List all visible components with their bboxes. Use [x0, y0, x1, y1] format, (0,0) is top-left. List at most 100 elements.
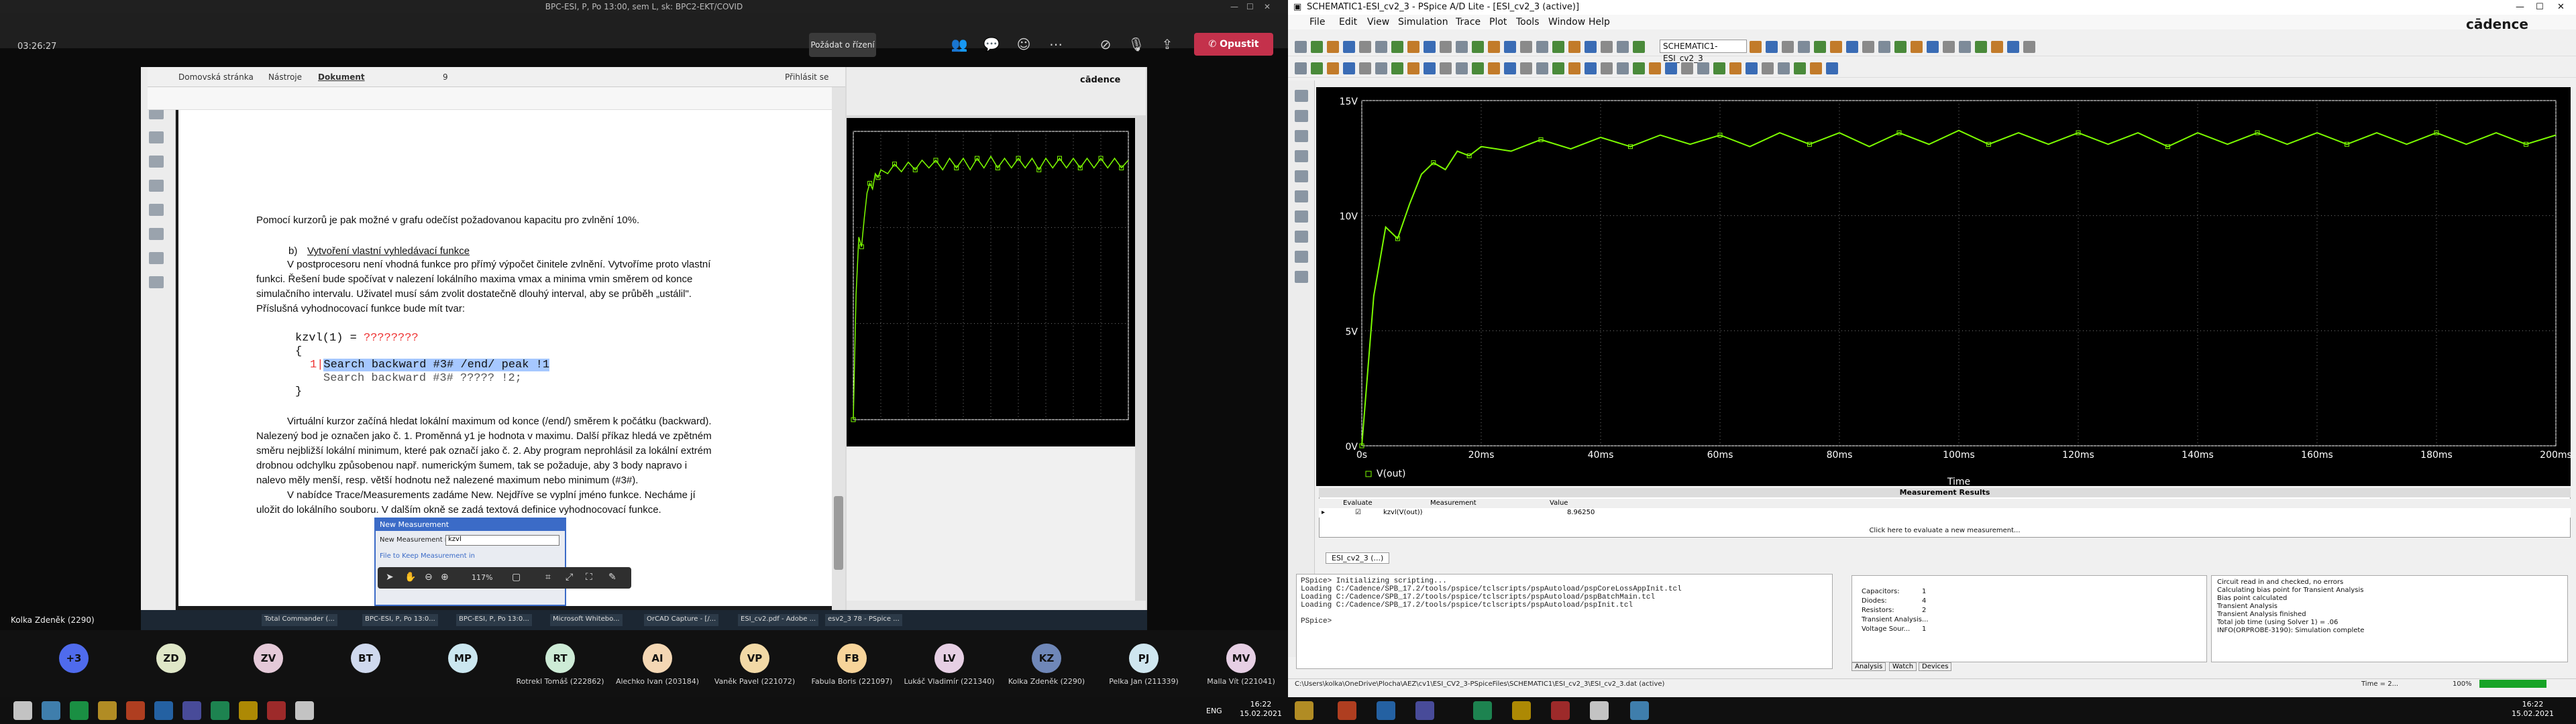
taskbar-app-icon[interactable]	[1377, 701, 1395, 720]
menu-simulation[interactable]: Simulation	[1398, 17, 1448, 27]
side-tool-icon[interactable]	[1295, 170, 1308, 182]
tab-document[interactable]: Dokument	[318, 72, 365, 82]
toolbar-button-icon[interactable]	[1375, 41, 1387, 53]
toolbar-button-icon[interactable]	[1810, 62, 1822, 74]
taskbar-app-icon[interactable]	[1512, 701, 1531, 720]
menu-help[interactable]: Help	[1589, 17, 1610, 27]
shared-task-whiteboard[interactable]: Microsoft Whitebo...	[550, 614, 623, 626]
shared-task-teams-2[interactable]: BPC-ESI, P, Po 13:0...	[456, 614, 532, 626]
toolbar-button-icon[interactable]	[1633, 41, 1645, 53]
toolbar-button-icon[interactable]	[1327, 41, 1339, 53]
taskbar-app-icon[interactable]	[267, 701, 286, 720]
toolbar-button-icon[interactable]	[1814, 41, 1826, 53]
mic-off-icon[interactable]: 🎙	[1123, 32, 1150, 56]
maximize-icon[interactable]: ☐	[1246, 0, 1254, 13]
layers-icon[interactable]	[149, 180, 164, 192]
minimize-icon[interactable]: —	[1230, 0, 1238, 13]
toolbar-button-icon[interactable]	[1440, 62, 1452, 74]
toolbar-button-icon[interactable]	[1894, 41, 1907, 53]
toolbar-button-icon[interactable]	[1927, 41, 1939, 53]
tab-tools[interactable]: Nástroje	[268, 72, 302, 82]
toolbar-button-icon[interactable]	[1826, 62, 1838, 74]
shared-task-teams-1[interactable]: BPC-ESI, P, Po 13:0...	[362, 614, 438, 626]
toolbar-button-icon[interactable]	[1295, 62, 1307, 74]
toolbar-button-icon[interactable]	[1456, 41, 1468, 53]
side-tool-icon[interactable]	[1295, 150, 1308, 162]
side-tool-icon[interactable]	[1295, 251, 1308, 263]
search-icon[interactable]	[149, 228, 164, 240]
cursor-icon[interactable]: ➤	[386, 572, 394, 583]
pdf-scroll-thumb[interactable]	[834, 496, 843, 570]
toolbar-button-icon[interactable]	[1343, 62, 1355, 74]
pages-icon[interactable]	[149, 131, 164, 143]
select-icon[interactable]: ⌗	[545, 572, 551, 583]
clock-left[interactable]: 16:22 15.02.2021	[1240, 700, 1282, 719]
profile-select[interactable]: SCHEMATIC1-ESI_cv2_3	[1660, 40, 1747, 63]
toolbar-button-icon[interactable]	[1295, 41, 1307, 53]
toolbar-button-icon[interactable]	[1424, 41, 1436, 53]
menu-trace[interactable]: Trace	[1456, 17, 1481, 27]
taskbar-app-icon[interactable]	[1473, 701, 1492, 720]
zoom-out-icon[interactable]: ⊖	[425, 572, 433, 583]
toolbar-button-icon[interactable]	[1798, 41, 1810, 53]
toolbar-button-icon[interactable]	[1424, 62, 1436, 74]
toolbar-button-icon[interactable]	[1536, 41, 1548, 53]
side-tool-icon[interactable]	[1295, 210, 1308, 223]
page-icon[interactable]: ▢	[512, 572, 521, 583]
toolbar-button-icon[interactable]	[1504, 62, 1516, 74]
toolbar-button-icon[interactable]	[1391, 62, 1403, 74]
menu-file[interactable]: File	[1309, 17, 1325, 27]
toolbar-button-icon[interactable]	[1311, 41, 1323, 53]
toolbar-button-icon[interactable]	[1601, 41, 1613, 53]
side-tool-icon[interactable]	[1295, 231, 1308, 243]
toolbar-button-icon[interactable]	[1601, 62, 1613, 74]
tab-watch[interactable]: Watch	[1889, 662, 1917, 671]
toolbar-button-icon[interactable]	[1649, 62, 1661, 74]
toolbar-button-icon[interactable]	[1456, 62, 1468, 74]
toolbar-button-icon[interactable]	[1943, 41, 1955, 53]
taskbar-app-icon[interactable]	[211, 701, 229, 720]
tools-icon[interactable]	[149, 276, 164, 288]
side-tool-icon[interactable]	[1295, 90, 1308, 102]
toolbar-button-icon[interactable]	[1713, 62, 1725, 74]
comment-icon[interactable]	[149, 204, 164, 216]
taskbar-app-icon[interactable]	[1630, 701, 1649, 720]
toolbar-button-icon[interactable]	[2023, 41, 2035, 53]
taskbar-app-icon[interactable]	[182, 701, 201, 720]
toolbar-button-icon[interactable]	[1585, 62, 1597, 74]
toolbar-button-icon[interactable]	[1472, 62, 1484, 74]
shared-task-orcad[interactable]: OrCAD Capture - [/...	[644, 614, 719, 626]
menu-plot[interactable]: Plot	[1489, 17, 1507, 27]
shared-task-adobe[interactable]: ESI_cv2.pdf - Adobe ...	[738, 614, 819, 626]
dialog-file-link[interactable]: File to Keep Measurement in	[380, 552, 475, 560]
toolbar-button-icon[interactable]	[1585, 41, 1597, 53]
toolbar-button-icon[interactable]	[1633, 62, 1645, 74]
toolbar-button-icon[interactable]	[1975, 41, 1987, 53]
toolbar-button-icon[interactable]	[1343, 41, 1355, 53]
taskbar-app-icon[interactable]	[1338, 701, 1356, 720]
fit-icon[interactable]: ⤢	[566, 572, 573, 583]
toolbar-button-icon[interactable]	[1504, 41, 1516, 53]
tab-home[interactable]: Domovská stránka	[178, 72, 254, 82]
side-tool-icon[interactable]	[1295, 190, 1308, 202]
toolbar-button-icon[interactable]	[1846, 41, 1858, 53]
taskbar-app-icon[interactable]	[42, 701, 60, 720]
toolbar-button-icon[interactable]	[1862, 41, 1874, 53]
tab-analysis[interactable]: Analysis	[1851, 662, 1886, 671]
toolbar-button-icon[interactable]	[1959, 41, 1971, 53]
taskbar-app-icon[interactable]	[154, 701, 173, 720]
taskbar-app-icon[interactable]	[98, 701, 117, 720]
tab-devices[interactable]: Devices	[1919, 662, 1952, 671]
toolbar-button-icon[interactable]	[1472, 41, 1484, 53]
toolbar-button-icon[interactable]	[1766, 41, 1778, 53]
taskbar-app-icon[interactable]	[1295, 701, 1313, 720]
hand-icon[interactable]: ✋	[405, 572, 416, 583]
command-console[interactable]: PSpice> Initializing scripting... Loading…	[1296, 574, 1833, 669]
fullscreen-icon[interactable]: ⛶	[586, 572, 592, 583]
toolbar-button-icon[interactable]	[1729, 62, 1741, 74]
taskbar-app-icon[interactable]	[239, 701, 258, 720]
camera-off-icon[interactable]: ⊘	[1092, 32, 1119, 56]
toolbar-button-icon[interactable]	[1681, 62, 1693, 74]
toolbar-button-icon[interactable]	[1568, 41, 1580, 53]
zoom-in-icon[interactable]: ⊕	[441, 572, 449, 583]
